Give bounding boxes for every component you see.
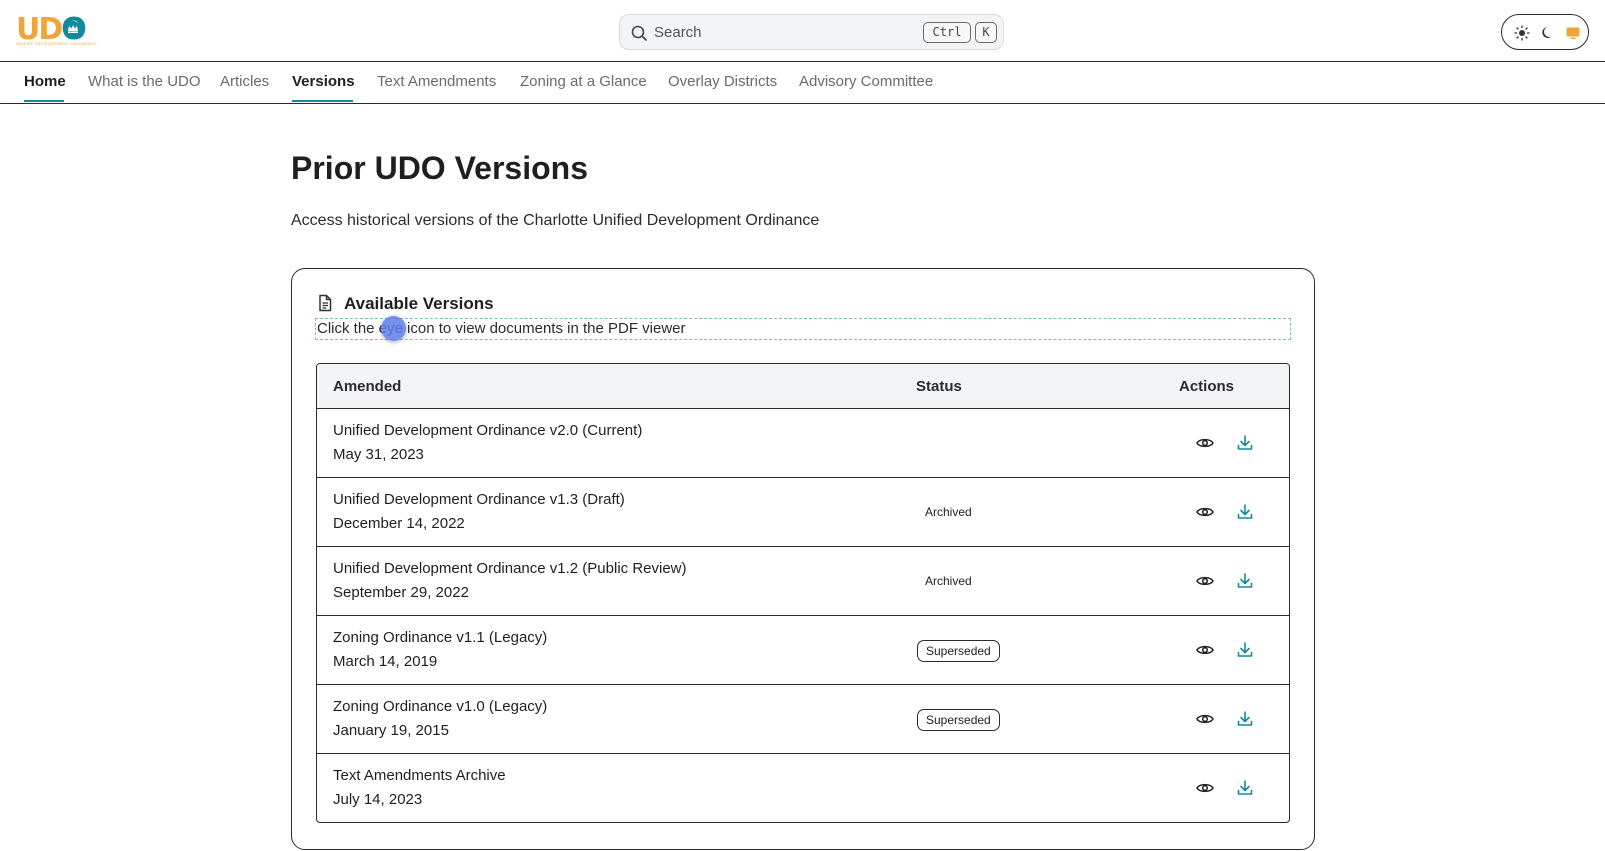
eye-icon[interactable] — [1195, 640, 1215, 660]
status-badge: Archived — [925, 505, 972, 519]
page-title: Prior UDO Versions — [291, 150, 588, 186]
nav-item-text-amendments[interactable]: Text Amendments — [377, 73, 496, 90]
sun-icon[interactable] — [1513, 24, 1531, 42]
table-row: Unified Development Ordinance v2.0 (Curr… — [317, 409, 1289, 478]
version-name: Unified Development Ordinance v2.0 (Curr… — [333, 422, 643, 439]
version-name: Zoning Ordinance v1.1 (Legacy) — [333, 629, 548, 646]
monitor-icon[interactable] — [1564, 24, 1582, 42]
download-icon[interactable] — [1235, 709, 1255, 729]
udo-logo[interactable]: UDO UNIFIED DEVELOPMENT ORDINANCE — [16, 14, 97, 48]
version-date: July 14, 2023 — [333, 791, 423, 808]
eye-icon[interactable] — [1195, 709, 1215, 729]
nav-item-zoning-at-a-glance[interactable]: Zoning at a Glance — [520, 73, 647, 90]
versions-table: Amended Status Actions Unified Developme… — [316, 363, 1290, 823]
eye-icon[interactable] — [1195, 778, 1215, 798]
status-badge: Superseded — [917, 640, 1000, 662]
eye-icon[interactable] — [1195, 433, 1215, 453]
moon-icon[interactable] — [1539, 24, 1557, 42]
nav-item-overlay-districts[interactable]: Overlay Districts — [668, 73, 777, 90]
shortcut-key-k: K — [975, 22, 997, 43]
download-icon[interactable] — [1235, 433, 1255, 453]
nav-item-articles[interactable]: Articles — [220, 73, 269, 90]
download-icon[interactable] — [1235, 778, 1255, 798]
shortcut-key-ctrl: Ctrl — [923, 22, 971, 43]
version-name: Unified Development Ordinance v1.3 (Draf… — [333, 491, 625, 508]
search-box[interactable]: Search Ctrl K — [619, 14, 1004, 50]
table-row: Zoning Ordinance v1.0 (Legacy) January 1… — [317, 685, 1289, 754]
table-row: Unified Development Ordinance v1.2 (Publ… — [317, 547, 1289, 616]
nav-active-indicator-home — [24, 100, 64, 102]
search-icon — [631, 25, 647, 41]
table-header: Amended Status Actions — [317, 364, 1289, 409]
version-date: May 31, 2023 — [333, 446, 424, 463]
search-placeholder: Search — [654, 24, 702, 41]
nav-item-home[interactable]: Home — [24, 73, 66, 90]
table-row: Text Amendments Archive July 14, 2023 — [317, 754, 1289, 822]
eye-icon[interactable] — [1195, 571, 1215, 591]
nav-item-advisory-committee[interactable]: Advisory Committee — [799, 73, 933, 90]
column-header-amended: Amended — [333, 378, 402, 395]
cursor-indicator — [381, 316, 406, 341]
document-icon — [319, 294, 332, 312]
column-header-status: Status — [916, 378, 962, 395]
nav-active-indicator-versions — [292, 100, 353, 102]
download-icon[interactable] — [1235, 571, 1255, 591]
logo-subtitle: UNIFIED DEVELOPMENT ORDINANCE — [16, 41, 98, 46]
card-description: Click the eye icon to view documents in … — [315, 318, 1291, 340]
card-title: Available Versions — [344, 294, 494, 313]
version-date: September 29, 2022 — [333, 584, 469, 601]
main-nav: Home What is the UDO Articles Versions T… — [0, 62, 1605, 104]
download-icon[interactable] — [1235, 502, 1255, 522]
crown-icon — [65, 21, 81, 37]
nav-item-versions[interactable]: Versions — [292, 73, 355, 90]
version-date: March 14, 2019 — [333, 653, 438, 670]
nav-item-what-is-the-udo[interactable]: What is the UDO — [88, 73, 201, 90]
status-badge: Archived — [925, 574, 972, 588]
table-row: Zoning Ordinance v1.1 (Legacy) March 14,… — [317, 616, 1289, 685]
site-header: UDO UNIFIED DEVELOPMENT ORDINANCE Search… — [0, 0, 1605, 62]
versions-card: Available Versions Click the eye icon to… — [291, 268, 1315, 850]
download-icon[interactable] — [1235, 640, 1255, 660]
status-badge: Superseded — [917, 709, 1000, 731]
version-name: Text Amendments Archive — [333, 767, 506, 784]
version-date: December 14, 2022 — [333, 515, 465, 532]
theme-toggle — [1501, 14, 1589, 50]
page-subtitle: Access historical versions of the Charlo… — [291, 212, 820, 229]
version-name: Zoning Ordinance v1.0 (Legacy) — [333, 698, 548, 715]
version-date: January 19, 2015 — [333, 722, 449, 739]
table-row: Unified Development Ordinance v1.3 (Draf… — [317, 478, 1289, 547]
eye-icon[interactable] — [1195, 502, 1215, 522]
column-header-actions: Actions — [1179, 378, 1235, 395]
version-name: Unified Development Ordinance v1.2 (Publ… — [333, 560, 687, 577]
